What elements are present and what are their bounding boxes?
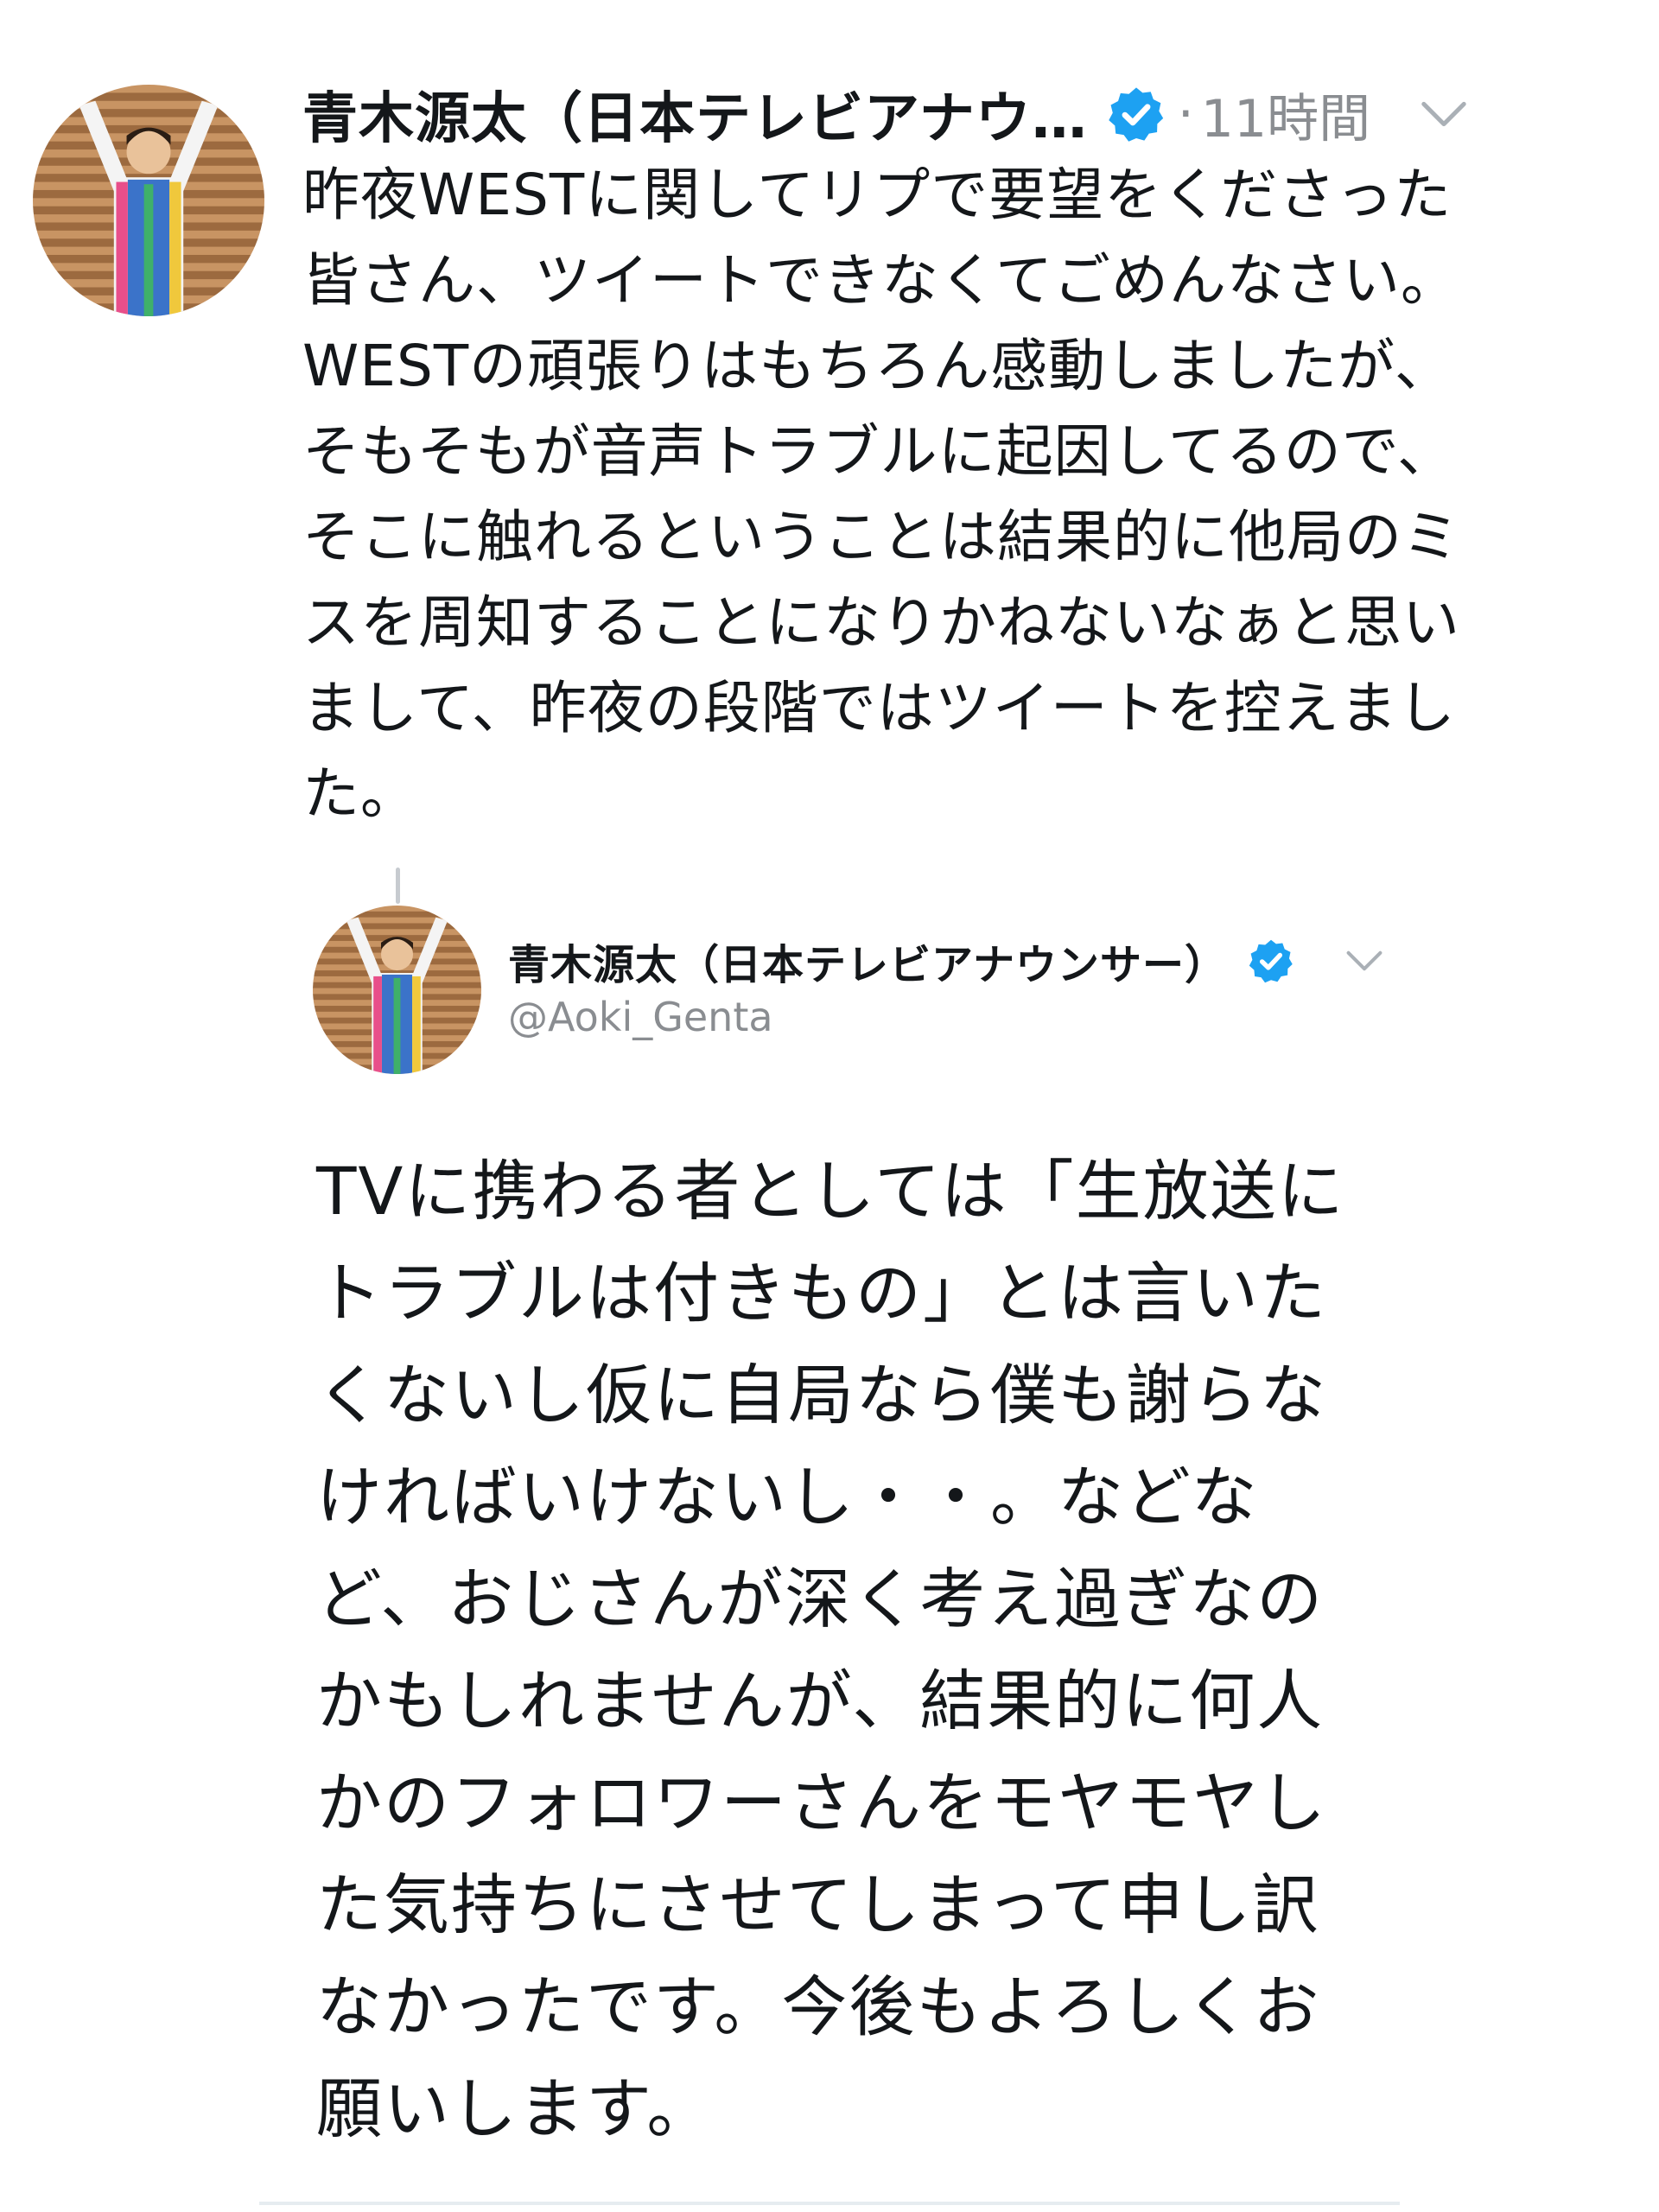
quoted-text-line: TVに携わる者としては「生放送に [316, 1153, 1345, 1230]
quoted-text-line: ければいけないし・・。などな [316, 1459, 1259, 1535]
verified-badge-icon [1108, 87, 1163, 142]
avatar-photo [33, 85, 264, 316]
tweet-text-line: 皆さん、ツイートできなくてごめんなさい。 [302, 247, 1459, 314]
quoted-tweet-header: 青木源太（日本テレビアナウンサー） [508, 926, 1384, 995]
quoted-text-line: 願いします。 [316, 2070, 715, 2147]
author-avatar[interactable] [33, 85, 264, 316]
tweet-text-line: た。 [302, 760, 418, 827]
divider [259, 2202, 1400, 2205]
separator-dot: · [1177, 84, 1194, 144]
quoted-text-line: ど、おじさんが深く考え過ぎなの [316, 1560, 1325, 1637]
quoted-text-line: トラブルは付きもの」とは言いた [316, 1255, 1327, 1332]
tweet-text-line: スを周知することになりかねないなぁと思い [302, 589, 1460, 656]
quoted-author-avatar[interactable] [313, 906, 481, 1074]
avatar-photo [313, 906, 481, 1074]
tweet-header: 青木源太（日本テレビアナウ… · 11時間 [302, 71, 1573, 157]
quoted-tweet-text: TVに携わる者としては「生放送に トラブルは付きもの」とは言いた くないし仮に自… [316, 1141, 1440, 2160]
thread-connector-line [396, 868, 400, 904]
quoted-text-line: くないし仮に自局なら僕も謝らな [316, 1357, 1327, 1433]
quoted-text-line: かのフォロワーさんをモヤモヤし [316, 1764, 1327, 1841]
tweet-text-line: そもそもが音声トラブルに起因してるので、 [302, 418, 1456, 485]
tweet-text-line: まして、昨夜の段階ではツイートを控えまし [302, 675, 1456, 741]
quoted-author-name[interactable]: 青木源太（日本テレビアナウンサー） [508, 931, 1227, 991]
tweet-text-line: 昨夜WESTに関してリプで要望をくださった [302, 162, 1452, 228]
verified-badge-icon [1249, 939, 1293, 983]
chevron-down-icon[interactable] [1419, 97, 1469, 131]
quoted-text-line: た気持ちにさせてしまって申し訳 [316, 1866, 1320, 1943]
tweet-text-line: そこに触れるということは結果的に他局のミ [302, 504, 1460, 570]
tweet-timestamp[interactable]: 11時間 [1201, 77, 1370, 152]
chevron-down-icon[interactable] [1344, 947, 1384, 975]
author-name[interactable]: 青木源太（日本テレビアナウ… [302, 74, 1088, 154]
quoted-text-line: なかったです。今後もよろしくお [316, 1968, 1321, 2045]
tweet-text-line: WESTの頑張りはもちろん感動しましたが、 [302, 333, 1452, 399]
quoted-author-handle[interactable]: @Aoki_Genta [508, 994, 773, 1040]
tweet-text: 昨夜WESTに関してリプで要望をくださった 皆さん、ツイートできなくてごめんなさ… [302, 152, 1564, 836]
quoted-text-line: かもしれませんが、結果的に何人 [316, 1662, 1325, 1739]
